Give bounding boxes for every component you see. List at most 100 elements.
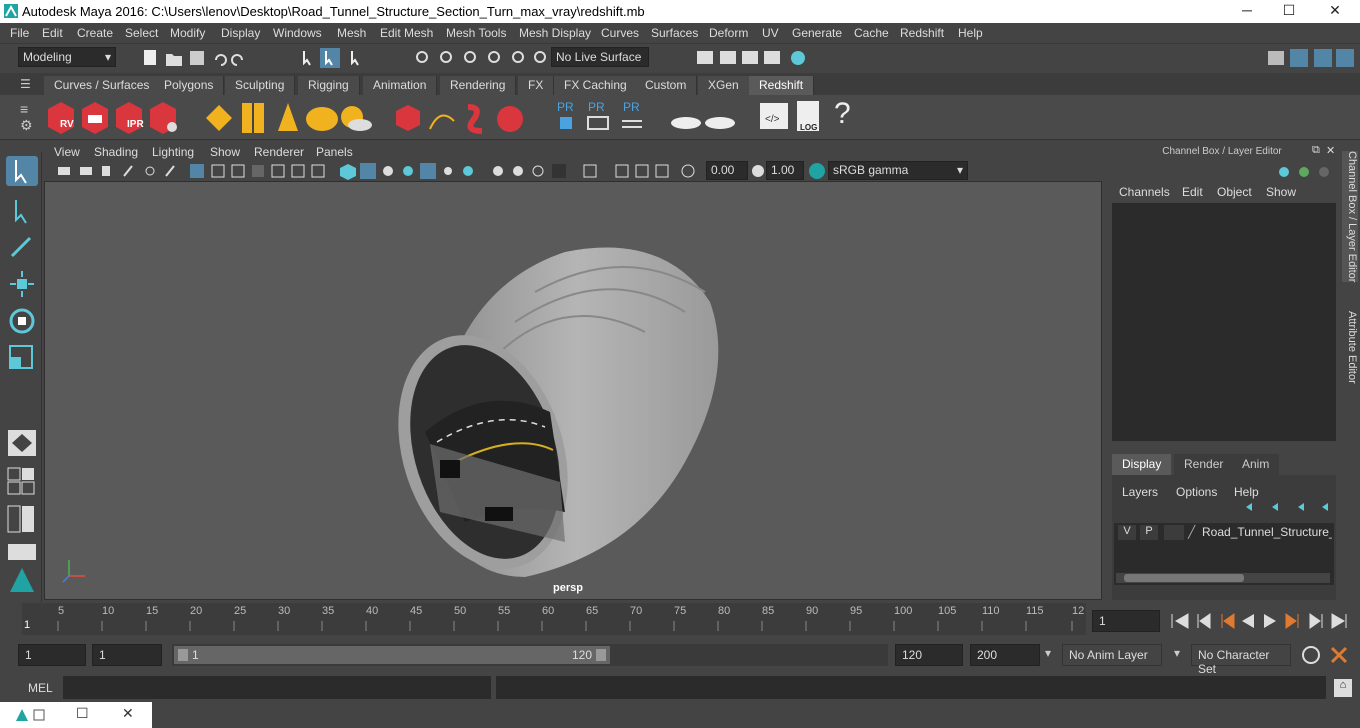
menu-uv[interactable]: UV <box>762 26 779 40</box>
colorspace-selector[interactable]: sRGB gamma ▾ <box>828 161 968 180</box>
menu-channel-edit[interactable]: Edit <box>1182 185 1203 199</box>
script-language-label[interactable]: MEL <box>28 681 53 695</box>
menu-cache[interactable]: Cache <box>854 26 889 40</box>
menu-edit-mesh[interactable]: Edit Mesh <box>380 26 433 40</box>
menu-create[interactable]: Create <box>77 26 113 40</box>
tab-channel-box-layer-editor[interactable]: Channel Box / Layer Editor <box>1342 151 1358 283</box>
preferences-icon[interactable] <box>1328 644 1350 666</box>
maximize-button[interactable]: ☐ <box>1274 2 1304 19</box>
panel-menu-shading[interactable]: Shading <box>94 145 138 159</box>
tab-fx-caching[interactable]: FX Caching <box>554 76 638 95</box>
render-tools-icons[interactable] <box>694 47 809 69</box>
menu-modify[interactable]: Modify <box>170 26 205 40</box>
rotate-tool-icon[interactable] <box>6 306 38 336</box>
range-slider-handle[interactable]: 1 120 <box>174 646 610 664</box>
layer-row[interactable]: V P ╱ Road_Tunnel_Structure_ <box>1114 523 1334 541</box>
menu-redshift[interactable]: Redshift <box>900 26 944 40</box>
menu-object[interactable]: Object <box>1217 185 1252 199</box>
menu-mesh-tools[interactable]: Mesh Tools <box>446 26 506 40</box>
layer-scrollbar[interactable] <box>1116 573 1330 583</box>
char-set-chevron-down-icon[interactable]: ▾ <box>1174 646 1180 660</box>
scrollbar-thumb[interactable] <box>1124 574 1244 582</box>
color-management-toggle-icon[interactable] <box>808 162 826 180</box>
tab-display[interactable]: Display <box>1112 454 1172 475</box>
layer-display-type[interactable] <box>1164 525 1184 540</box>
workspace-layout-icons[interactable] <box>1266 47 1360 69</box>
start-time-field[interactable]: 1 <box>18 644 86 666</box>
snap-tools-icons[interactable] <box>412 47 552 69</box>
scale-tool-icon[interactable] <box>6 342 38 372</box>
minimize-button[interactable]: ─ <box>1232 2 1262 18</box>
minimized-window[interactable]: ☐ ✕ <box>0 702 152 728</box>
selection-mask-icons[interactable] <box>298 47 368 69</box>
tab-rendering[interactable]: Rendering <box>440 76 517 95</box>
restore-icon[interactable]: ☐ <box>76 705 89 722</box>
tab-polygons[interactable]: Polygons <box>154 76 225 95</box>
menu-channels[interactable]: Channels <box>1119 185 1170 199</box>
layer-playback-toggle[interactable]: P <box>1140 525 1158 540</box>
select-tool-icon[interactable] <box>6 156 38 186</box>
tab-rigging[interactable]: Rigging <box>298 76 360 95</box>
playback-controls[interactable] <box>1166 610 1356 632</box>
menu-curves[interactable]: Curves <box>601 26 639 40</box>
menu-show[interactable]: Show <box>1266 185 1296 199</box>
menu-generate[interactable]: Generate <box>792 26 842 40</box>
tab-render[interactable]: Render <box>1174 454 1234 475</box>
menu-help[interactable]: Help <box>958 26 983 40</box>
close-button[interactable]: ✕ <box>1320 2 1350 19</box>
side-by-side-layout-icon[interactable] <box>6 504 38 534</box>
playback-end-field[interactable]: 120 <box>895 644 963 666</box>
layer-visibility-toggle[interactable]: V <box>1118 525 1136 540</box>
paint-select-tool-icon[interactable] <box>6 232 38 262</box>
tab-sculpting[interactable]: Sculpting <box>225 76 296 95</box>
redshift-light-icons[interactable] <box>202 101 372 135</box>
single-pane-layout-icon[interactable] <box>6 428 38 458</box>
menu-select[interactable]: Select <box>125 26 158 40</box>
layer-color-swatch[interactable]: ╱ <box>1188 525 1195 539</box>
menu-file[interactable]: File <box>10 26 29 40</box>
command-input[interactable] <box>63 676 491 699</box>
gamma-field[interactable]: 1.00 <box>766 161 804 180</box>
range-end-grip[interactable] <box>596 649 606 661</box>
code-editor-icon[interactable]: </> <box>758 101 792 133</box>
panel-menu-view[interactable]: View <box>54 145 80 159</box>
file-tools-icons[interactable] <box>142 48 252 68</box>
tab-anim[interactable]: Anim <box>1232 454 1280 475</box>
playback-start-field[interactable]: 1 <box>92 644 162 666</box>
tab-custom[interactable]: Custom <box>635 76 698 95</box>
menu-edit[interactable]: Edit <box>42 26 63 40</box>
close-panel-icon[interactable]: ✕ <box>1326 144 1335 157</box>
panel-menu-show[interactable]: Show <box>210 145 240 159</box>
current-frame-field[interactable]: 1 <box>1092 610 1160 632</box>
panel-menu-renderer[interactable]: Renderer <box>254 145 304 159</box>
menu-windows[interactable]: Windows <box>273 26 322 40</box>
viewport-3d[interactable]: persp <box>44 181 1102 600</box>
lasso-tool-icon[interactable] <box>6 196 38 226</box>
panel-menu-panels[interactable]: Panels <box>316 145 353 159</box>
viewport-tool-icons[interactable] <box>54 162 704 180</box>
shelf-gear-icon[interactable]: ⚙ <box>20 117 33 134</box>
tab-xgen[interactable]: XGen <box>698 76 750 95</box>
tab-redshift[interactable]: Redshift <box>749 76 815 95</box>
material-icons[interactable] <box>668 101 740 135</box>
menu-options[interactable]: Options <box>1176 485 1217 499</box>
tab-fx[interactable]: FX <box>518 76 555 95</box>
auto-key-icon[interactable] <box>1300 644 1322 666</box>
help-icon[interactable]: ? <box>834 97 851 131</box>
tab-curves-surfaces[interactable]: Curves / Surfaces <box>44 76 161 95</box>
redshift-object-icons[interactable] <box>392 101 528 135</box>
live-surface-field[interactable]: No Live Surface <box>551 47 649 67</box>
range-slider[interactable]: 1 120 <box>172 644 888 666</box>
move-tool-icon[interactable] <box>6 270 38 300</box>
menu-layers[interactable]: Layers <box>1122 485 1158 499</box>
anim-layer-selector[interactable]: No Anim Layer <box>1062 644 1162 666</box>
menu-surfaces[interactable]: Surfaces <box>651 26 698 40</box>
menu-mesh[interactable]: Mesh <box>337 26 366 40</box>
character-set-selector[interactable]: No Character Set <box>1191 644 1291 676</box>
time-slider[interactable]: 5 10 15 20 25 30 35 40 45 50 55 60 65 70… <box>0 603 1360 637</box>
four-pane-layout-icon[interactable] <box>6 466 38 496</box>
mode-selector[interactable]: Modeling ▾ <box>18 47 116 67</box>
shelf-options-icon[interactable]: ≡ <box>20 101 28 117</box>
script-editor-icon[interactable]: ⌂ <box>1334 679 1352 697</box>
maya-home-icon[interactable] <box>6 564 38 594</box>
